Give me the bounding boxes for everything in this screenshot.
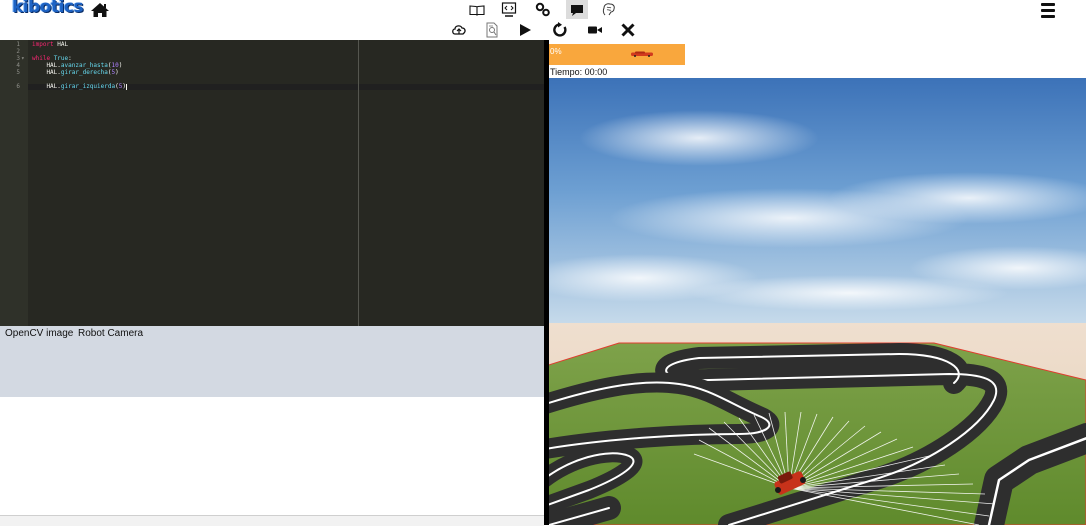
book-icon[interactable] — [466, 0, 488, 19]
camera-icon[interactable] — [584, 21, 606, 39]
timer-label: Tiempo: 00:00 — [550, 67, 608, 77]
play-icon[interactable] — [514, 21, 536, 39]
cloud-upload-icon[interactable] — [448, 21, 470, 39]
line-number: 5 — [16, 69, 20, 76]
progress-bar: 0% — [549, 44, 685, 65]
simulation-scene — [549, 78, 1086, 525]
bottom-scroll-strip — [0, 515, 544, 526]
home-icon[interactable] — [88, 0, 112, 20]
brain-icon[interactable] — [598, 0, 620, 19]
tab-opencv-image[interactable]: OpenCV image — [5, 328, 73, 339]
reset-icon[interactable] — [549, 21, 571, 39]
text-cursor — [125, 84, 127, 90]
app-logo[interactable]: kibotics — [12, 0, 84, 17]
fold-toggle-icon[interactable]: ▾ — [21, 56, 25, 62]
print-margin — [358, 40, 359, 326]
code-editor[interactable]: 1 import HAL 2 3 ▾ while True: 4 HAL.ava… — [0, 40, 544, 326]
tab-robot-camera[interactable]: Robot Camera — [78, 328, 143, 339]
cloud — [579, 110, 819, 166]
code-line[interactable]: 1 import HAL — [0, 42, 544, 48]
code-text: HAL.girar_derecha(5) — [32, 69, 119, 76]
progress-percentage: 0% — [550, 47, 562, 56]
code-line[interactable]: 5 HAL.girar_derecha(5) — [0, 70, 544, 76]
code-text: HAL.girar_izquierda(5) — [32, 83, 127, 90]
progress-car-icon — [631, 51, 653, 57]
gears-icon[interactable] — [532, 0, 554, 19]
code-line[interactable]: 2 — [0, 49, 544, 55]
line-number: 6 — [16, 83, 20, 90]
output-console — [0, 397, 544, 515]
top-nav-bar: kibotics — [0, 0, 1086, 20]
editor-toolbar — [0, 20, 1086, 40]
simulation-viewport[interactable] — [549, 78, 1086, 525]
inspect-file-icon[interactable] — [481, 21, 503, 39]
code-line[interactable]: 6 HAL.girar_izquierda(5) — [0, 84, 544, 90]
editor-gutter — [0, 40, 28, 326]
camera-panel: OpenCV image Robot Camera — [0, 326, 544, 397]
code-text: import HAL — [32, 41, 69, 48]
hamburger-menu-icon[interactable] — [1038, 1, 1060, 19]
monitor-code-icon[interactable] — [498, 0, 520, 19]
close-icon[interactable] — [617, 21, 639, 39]
chat-icon[interactable] — [566, 0, 588, 19]
cloud — [689, 275, 1009, 311]
